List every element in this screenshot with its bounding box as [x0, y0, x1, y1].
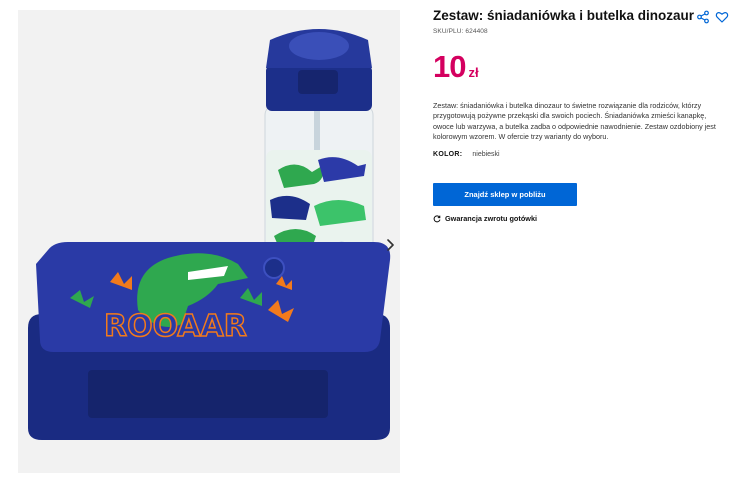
color-row: KOLOR: niebieski	[433, 151, 500, 158]
product-title: Zestaw: śniadaniówka i butelka dinozaur	[433, 8, 695, 23]
refresh-icon	[433, 214, 441, 222]
guarantee-label: Gwarancja zwrotu gotówki	[445, 214, 538, 223]
product-image: ROOAAR	[28, 29, 391, 440]
product-sku: SKU/PLU: 624408	[433, 28, 490, 35]
chevron-right-icon	[387, 239, 394, 251]
color-label: KOLOR:	[433, 151, 463, 158]
product-image-gallery: ROOAAR	[18, 10, 400, 473]
find-store-button[interactable]: Znajdź sklep w pobliżu	[433, 183, 577, 206]
gallery-next-button[interactable]	[379, 233, 401, 257]
heart-icon[interactable]	[715, 10, 729, 24]
price-currency: zł	[468, 65, 479, 80]
price-amount: 10	[433, 49, 466, 84]
share-icon[interactable]	[696, 10, 710, 24]
sku-value: 624408	[465, 28, 488, 35]
sku-label: SKU/PLU:	[433, 28, 464, 35]
color-value: niebieski	[472, 151, 500, 158]
product-price: 10 zł	[433, 49, 479, 85]
lunchbox-text: ROOAAR	[104, 309, 247, 344]
money-back-guarantee-link[interactable]: Gwarancja zwrotu gotówki	[433, 214, 537, 223]
product-description: Zestaw: śniadaniówka i butelka dinozaur …	[433, 101, 716, 142]
lunchbox: ROOAAR	[28, 242, 391, 440]
